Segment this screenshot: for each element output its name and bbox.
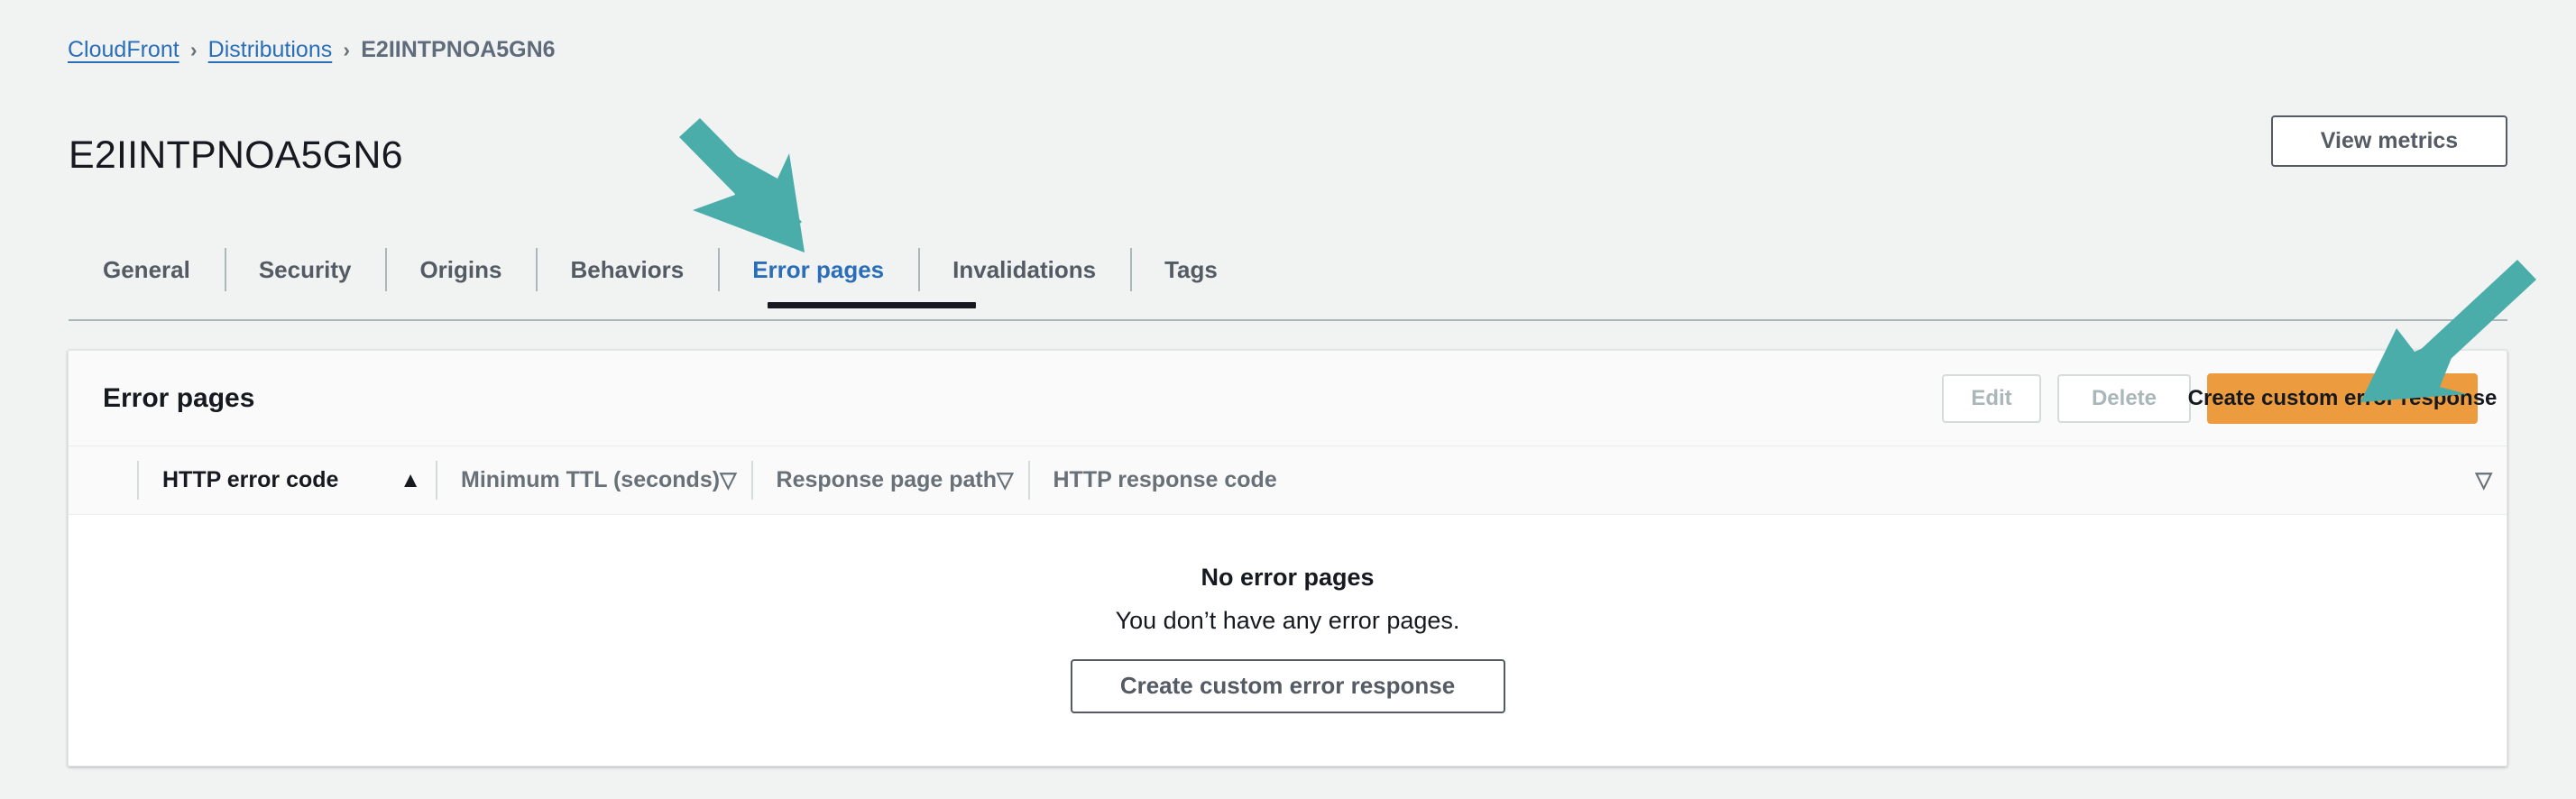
empty-state-title: No error pages bbox=[1201, 564, 1375, 591]
sort-descending-icon: ▽ bbox=[997, 467, 1014, 492]
tab-invalidations[interactable]: Invalidations bbox=[918, 243, 1130, 297]
column-header-label: Minimum TTL (seconds) bbox=[461, 467, 721, 492]
create-custom-error-response-button[interactable]: Create custom error response bbox=[2188, 372, 2497, 424]
sort-ascending-icon: ▲ bbox=[400, 467, 421, 492]
tab-tags[interactable]: Tags bbox=[1130, 243, 1252, 297]
table-header-row: HTTP error code ▲ Minimum TTL (seconds) … bbox=[69, 446, 2507, 515]
breadcrumb-item-distributions[interactable]: Distributions bbox=[208, 37, 333, 63]
breadcrumb-separator-icon: › bbox=[343, 37, 351, 61]
view-metrics-button[interactable]: View metrics bbox=[2271, 115, 2507, 167]
breadcrumb-item-cloudfront[interactable]: CloudFront bbox=[68, 37, 179, 63]
arrow-to-error-pages-tab-icon bbox=[679, 118, 805, 253]
column-header-label: Response page path bbox=[776, 467, 998, 492]
column-header-label: HTTP error code bbox=[162, 467, 339, 492]
column-header-minimum-ttl[interactable]: Minimum TTL (seconds) ▽ bbox=[436, 446, 751, 514]
tab-bar: General Security Origins Behaviors Error… bbox=[69, 243, 1252, 297]
breadcrumb-item-current: E2IINTPNOA5GN6 bbox=[361, 36, 556, 62]
empty-state-description: You don’t have any error pages. bbox=[1115, 607, 1460, 635]
column-header-http-error-code[interactable]: HTTP error code ▲ bbox=[137, 446, 436, 514]
edit-button[interactable]: Edit bbox=[1942, 373, 2041, 423]
tab-bar-divider bbox=[69, 319, 2507, 321]
tab-error-pages[interactable]: Error pages bbox=[718, 243, 918, 297]
error-pages-card: Error pages Edit Delete Create custom er… bbox=[68, 350, 2507, 767]
empty-state-create-custom-error-response-button[interactable]: Create custom error response bbox=[1070, 658, 1505, 713]
tab-origins[interactable]: Origins bbox=[385, 243, 536, 297]
card-title: Error pages bbox=[103, 382, 255, 413]
empty-state-action: Create custom error response bbox=[69, 658, 2507, 713]
breadcrumb: CloudFront › Distributions › E2IINTPNOA5… bbox=[68, 34, 556, 65]
delete-button[interactable]: Delete bbox=[2057, 373, 2191, 423]
column-header-response-page-path[interactable]: Response page path ▽ bbox=[750, 446, 1028, 514]
page-title: E2IINTPNOA5GN6 bbox=[69, 133, 403, 177]
tab-general[interactable]: General bbox=[69, 243, 225, 297]
table-select-all-cell bbox=[69, 446, 137, 514]
column-header-label: HTTP response code bbox=[1053, 467, 1277, 492]
card-actions: Edit Delete Create custom error response bbox=[1942, 372, 2497, 424]
column-header-http-response-code[interactable]: HTTP response code ▽ bbox=[1027, 446, 2507, 514]
sort-descending-icon: ▽ bbox=[720, 467, 737, 492]
empty-state: No error pages You don’t have any error … bbox=[69, 515, 2507, 713]
active-tab-indicator bbox=[768, 302, 976, 308]
sort-descending-icon: ▽ bbox=[2475, 467, 2492, 492]
breadcrumb-separator-icon: › bbox=[189, 37, 198, 61]
card-header: Error pages Edit Delete Create custom er… bbox=[69, 351, 2507, 446]
tab-security[interactable]: Security bbox=[224, 243, 386, 297]
tab-behaviors[interactable]: Behaviors bbox=[536, 243, 718, 297]
